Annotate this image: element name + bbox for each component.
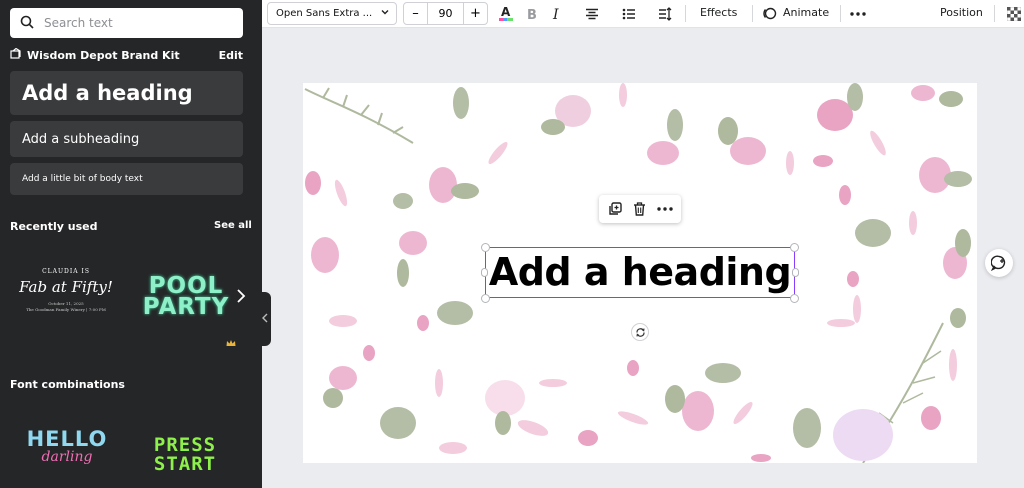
edit-brand-kit-link[interactable]: Edit — [219, 49, 243, 62]
template-pool-party[interactable]: POOL PARTY — [137, 275, 235, 320]
more-icon[interactable] — [848, 3, 868, 24]
effects-button[interactable]: Effects — [700, 6, 737, 19]
template-text: CLAUDIA IS — [42, 268, 90, 275]
text-panel: Wisdom Depot Brand Kit Edit Add a headin… — [0, 0, 262, 488]
template-text: darling — [41, 449, 93, 465]
brand-kit-title: Wisdom Depot Brand Kit — [27, 48, 180, 62]
template-hello-darling[interactable]: HELLO darling — [22, 427, 112, 465]
font-size-input[interactable]: 90 — [427, 3, 464, 24]
resize-handle-top-right[interactable] — [790, 243, 799, 252]
template-text: PARTY — [142, 294, 230, 320]
decrease-font-size-button[interactable]: – — [404, 3, 427, 24]
rotate-icon[interactable] — [631, 323, 649, 341]
trash-icon[interactable] — [630, 199, 650, 219]
template-text: Fab at Fifty! — [19, 278, 113, 296]
bold-icon[interactable]: B — [523, 3, 541, 24]
element-context-menu — [599, 195, 681, 223]
search-input[interactable] — [44, 16, 224, 30]
font-name: Open Sans Extra ... — [276, 8, 373, 19]
search-icon — [20, 14, 34, 33]
toolbar-divider — [840, 5, 841, 22]
resize-handle-left[interactable] — [481, 268, 488, 277]
toolbar-divider — [685, 5, 686, 22]
svg-text:I: I — [552, 7, 559, 21]
toolbar-divider — [994, 5, 995, 22]
template-text: START — [153, 453, 217, 475]
animate-button[interactable]: Animate — [783, 6, 829, 19]
recently-used-title: Recently used — [10, 220, 98, 233]
crown-icon — [226, 339, 236, 350]
brand-kit-row: Wisdom Depot Brand Kit Edit — [10, 47, 243, 62]
resize-handle-bottom-left[interactable] — [481, 294, 490, 303]
chevron-left-icon — [262, 313, 268, 326]
duplicate-icon[interactable] — [605, 199, 625, 219]
heading-text-element[interactable]: Add a heading — [487, 248, 793, 297]
position-button[interactable]: Position — [940, 6, 983, 19]
text-color-button[interactable]: A — [496, 3, 516, 24]
font-family-dropdown[interactable]: Open Sans Extra ... — [267, 2, 397, 25]
add-heading-button[interactable]: Add a heading — [10, 71, 243, 115]
chevron-right-icon[interactable] — [236, 288, 248, 306]
template-fab-at-fifty[interactable]: CLAUDIA IS Fab at Fifty! October 11, 202… — [12, 256, 120, 336]
template-press-start[interactable]: PRESS START — [138, 436, 232, 474]
chevron-down-icon — [380, 7, 390, 20]
font-combinations-title: Font combinations — [10, 378, 125, 391]
animate-icon[interactable] — [760, 3, 778, 24]
list-icon[interactable] — [620, 3, 638, 24]
align-center-icon[interactable] — [583, 3, 601, 24]
add-body-text-button[interactable]: Add a little bit of body text — [10, 163, 243, 195]
template-text: The Goodman Family Winery | 7:00 PM — [26, 307, 106, 312]
toolbar-divider — [752, 5, 753, 22]
search-bar[interactable] — [10, 8, 243, 38]
see-all-link[interactable]: See all — [214, 220, 252, 231]
increase-font-size-button[interactable]: + — [464, 3, 487, 24]
more-icon[interactable] — [655, 199, 675, 219]
comment-add-icon[interactable] — [985, 249, 1013, 277]
font-size-stepper: – 90 + — [403, 2, 488, 25]
add-subheading-button[interactable]: Add a subheading — [10, 121, 243, 157]
line-spacing-icon[interactable] — [656, 3, 674, 24]
collapse-panel-button[interactable] — [259, 292, 271, 346]
transparency-icon[interactable] — [1006, 3, 1022, 24]
resize-handle-bottom-right[interactable] — [790, 294, 799, 303]
brand-kit-icon — [10, 47, 22, 62]
svg-text:A: A — [501, 5, 511, 19]
template-text: HELLO — [26, 427, 108, 451]
resize-handle-right[interactable] — [792, 268, 799, 277]
svg-text:B: B — [527, 8, 537, 21]
editor-toolbar: Open Sans Extra ... – 90 + A B I Effects… — [262, 0, 1024, 28]
italic-icon[interactable]: I — [548, 3, 566, 24]
resize-handle-top-left[interactable] — [481, 243, 490, 252]
